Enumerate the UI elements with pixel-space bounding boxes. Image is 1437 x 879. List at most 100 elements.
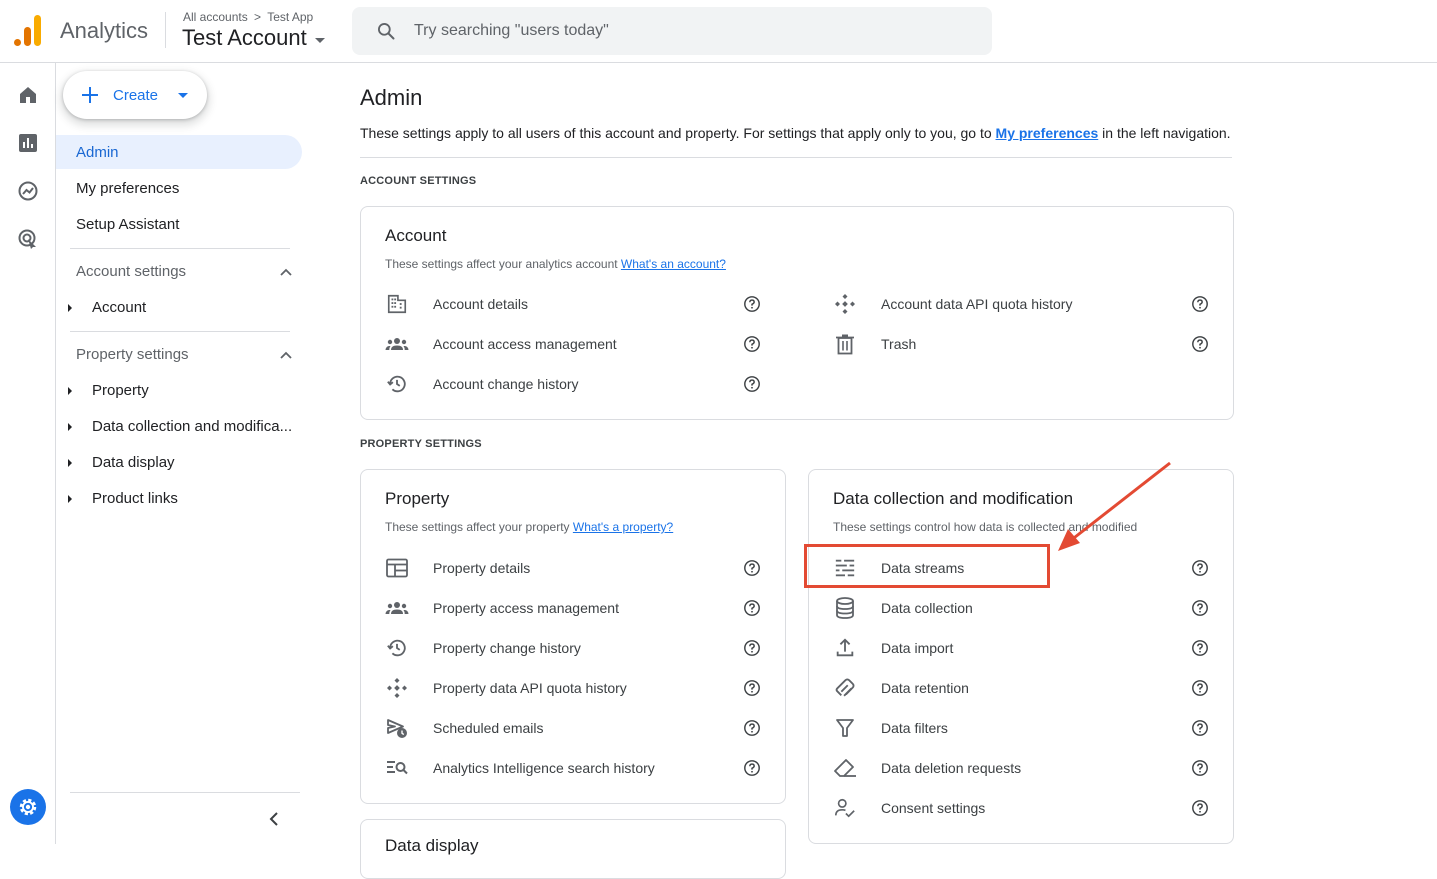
card-title: Account: [385, 226, 447, 245]
explore-icon[interactable]: [16, 179, 40, 203]
expand-arrow-icon: [68, 303, 72, 312]
setting-property-details[interactable]: Property details: [385, 556, 761, 580]
people-icon: [385, 596, 409, 620]
breadcrumb-all-accounts[interactable]: All accounts: [183, 10, 248, 24]
nav-item-label: Data collection and modifica...: [92, 418, 293, 435]
card-title: Data collection and modification: [833, 489, 1074, 508]
setting-data-import[interactable]: Data import: [833, 636, 1209, 660]
setting-property-change-history[interactable]: Property change history: [385, 636, 761, 660]
breadcrumb-app[interactable]: Test App: [267, 10, 313, 24]
people-icon: [385, 332, 409, 356]
data-display-card: Data display: [360, 819, 786, 879]
setting-property-data-api-quota-history[interactable]: Property data API quota history: [385, 676, 761, 700]
help-icon[interactable]: [743, 759, 761, 777]
breadcrumb[interactable]: All accounts > Test App: [183, 10, 316, 24]
create-button[interactable]: Create: [63, 71, 207, 119]
collapse-nav-chevron-left-icon[interactable]: [266, 811, 282, 827]
help-icon[interactable]: [1191, 719, 1209, 737]
setting-data-retention[interactable]: Data retention: [833, 676, 1209, 700]
divider: [70, 331, 290, 332]
nav-item-my-preferences[interactable]: My preferences: [56, 171, 179, 205]
help-icon[interactable]: [743, 679, 761, 697]
chevron-down-icon: [178, 92, 189, 98]
search-icon: [378, 23, 395, 40]
nav-item-property[interactable]: Property: [68, 382, 149, 399]
setting-consent-settings[interactable]: Consent settings: [833, 796, 1209, 820]
my-preferences-link[interactable]: My preferences: [996, 125, 1099, 141]
expand-arrow-icon: [68, 458, 72, 467]
setting-data-collection[interactable]: Data collection: [833, 596, 1209, 620]
setting-label: Consent settings: [881, 800, 986, 816]
help-icon[interactable]: [743, 295, 761, 313]
setting-data-deletion-requests[interactable]: Data deletion requests: [833, 756, 1209, 780]
help-icon[interactable]: [1191, 799, 1209, 817]
setting-trash[interactable]: Trash: [833, 332, 1209, 356]
setting-account-data-api-quota-history[interactable]: Account data API quota history: [833, 292, 1209, 316]
left-rail: [0, 63, 56, 844]
search-bar[interactable]: [352, 7, 992, 55]
help-icon[interactable]: [743, 639, 761, 657]
setting-account-change-history[interactable]: Account change history: [385, 372, 761, 396]
admin-gear-button[interactable]: [10, 789, 46, 825]
highlight-box: [804, 544, 1050, 588]
setting-label: Scheduled emails: [433, 720, 544, 736]
setting-analytics-intelligence-search-history[interactable]: Analytics Intelligence search history: [385, 756, 761, 780]
divider: [165, 12, 166, 48]
setting-label: Data filters: [881, 720, 948, 736]
scheduled-send-icon: [385, 716, 409, 740]
setting-label: Property change history: [433, 640, 581, 656]
account-settings-header[interactable]: Account settings: [76, 263, 292, 280]
card-title: Data display: [385, 836, 479, 855]
nav-item-data-display[interactable]: Data display: [68, 454, 175, 471]
help-icon[interactable]: [743, 599, 761, 617]
help-icon[interactable]: [1191, 679, 1209, 697]
nav-item-admin[interactable]: Admin: [56, 135, 302, 169]
nav-item-label: Property: [92, 382, 149, 399]
help-icon[interactable]: [1191, 559, 1209, 577]
setting-label: Account access management: [433, 336, 617, 352]
help-icon[interactable]: [743, 559, 761, 577]
whats-an-account-link[interactable]: What's an account?: [621, 257, 726, 271]
setting-account-details[interactable]: Account details: [385, 292, 761, 316]
divider: [360, 157, 1232, 158]
whats-a-property-link[interactable]: What's a property?: [573, 520, 673, 534]
help-icon[interactable]: [743, 719, 761, 737]
nav-item-label: Product links: [92, 490, 178, 507]
reports-icon[interactable]: [16, 131, 40, 155]
nav-item-setup-assistant[interactable]: Setup Assistant: [56, 207, 179, 241]
advertising-icon[interactable]: [16, 227, 40, 251]
setting-account-access-management[interactable]: Account access management: [385, 332, 761, 356]
help-icon[interactable]: [1191, 759, 1209, 777]
nav-item-data-collection[interactable]: Data collection and modifica...: [68, 418, 292, 435]
property-settings-header[interactable]: Property settings: [76, 346, 292, 363]
search-list-icon: [385, 756, 409, 780]
account-picker[interactable]: Test Account: [182, 25, 325, 51]
setting-label: Property access management: [433, 600, 619, 616]
nav-item-account[interactable]: Account: [68, 299, 146, 316]
help-icon[interactable]: [1191, 295, 1209, 313]
help-icon[interactable]: [1191, 599, 1209, 617]
chevron-up-icon: [280, 351, 292, 359]
chevron-down-icon: [314, 37, 325, 43]
account-card: Account These settings affect your analy…: [360, 206, 1234, 420]
search-input[interactable]: [414, 22, 974, 40]
page-title: Admin: [360, 85, 423, 110]
setting-property-access-management[interactable]: Property access management: [385, 596, 761, 620]
home-icon[interactable]: [16, 83, 40, 107]
web-window-icon: [385, 556, 409, 580]
help-icon[interactable]: [1191, 335, 1209, 353]
nav-item-product-links[interactable]: Product links: [68, 490, 178, 507]
help-icon[interactable]: [1191, 639, 1209, 657]
help-icon[interactable]: [743, 375, 761, 393]
retention-icon: [833, 676, 857, 700]
product-name: Analytics: [60, 18, 149, 43]
card-subtitle-text: These settings affect your analytics acc…: [385, 257, 621, 271]
history-icon: [385, 372, 409, 396]
setting-data-filters[interactable]: Data filters: [833, 716, 1209, 740]
analytics-logo-icon[interactable]: [14, 15, 42, 47]
database-icon: [833, 596, 857, 620]
building-icon: [385, 292, 409, 316]
setting-label: Account change history: [433, 376, 579, 392]
setting-scheduled-emails[interactable]: Scheduled emails: [385, 716, 761, 740]
help-icon[interactable]: [743, 335, 761, 353]
